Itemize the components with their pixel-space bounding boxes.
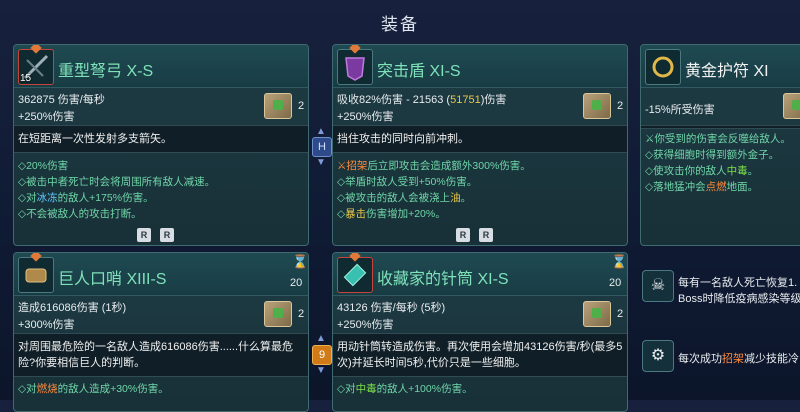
card-header: 黄金护符 XI	[641, 45, 800, 88]
mutation-icon: ☠	[642, 270, 674, 302]
perk-3: ◇对冰冻的敌人+175%伤害。	[18, 192, 154, 204]
description-box: 用动针筒转造成伤害。再次使用会增加43126伤害/秒(最多5次)并延长时间5秒,…	[333, 333, 627, 377]
swap-icon[interactable]: H	[312, 137, 332, 157]
item-name: 重型弩弓 X-S	[58, 63, 154, 80]
arrow-down-icon: ▼	[316, 157, 326, 168]
arrow-up-icon: ▲	[316, 333, 326, 344]
damage-bonus: +300%伤害	[18, 319, 75, 331]
card-header: 15 重型弩弓 X-S	[14, 45, 308, 88]
cooldown: 20	[609, 277, 622, 289]
rotate-button-left[interactable]: R	[137, 228, 151, 242]
shield-icon	[337, 45, 373, 85]
weapon-card-crossbow[interactable]: 15 重型弩弓 X-S 362875 伤害/每秒 +250%伤害 2 在短距离一…	[13, 44, 309, 246]
perk-1: ◇20%伤害	[18, 160, 69, 172]
mutation-text: 每次成功招架减少技能冷	[678, 353, 799, 365]
mutation-text-line2: Boss时降低疫病感染等级	[678, 293, 800, 305]
scroll-count: 2	[617, 308, 624, 320]
perk-3: ◇使攻击你的敌人中毒。	[645, 165, 759, 177]
mutation-item-1[interactable]: ☠ 每有一名敌人死亡恢复1. Boss时降低疫病感染等级	[640, 262, 800, 310]
mutation-icon: ⚙	[642, 340, 674, 372]
rotate-button-right[interactable]: R	[160, 228, 174, 242]
scroll-count: 2	[298, 308, 305, 320]
cooldown-swap-icon[interactable]: 9	[312, 345, 332, 365]
rotate-button-left[interactable]: R	[456, 228, 470, 242]
damage-bonus: +250%伤害	[337, 319, 394, 331]
perk-4: ◇暴击伤害增加+20%。	[337, 208, 446, 220]
damage-stat: 造成616086伤害 (1秒)	[18, 302, 127, 314]
item-level: 15	[20, 73, 32, 84]
amulet-icon	[645, 49, 681, 85]
skill-card-whistle[interactable]: 巨人口哨 XIII-S ⌛ 20 造成616086伤害 (1秒) +300%伤害…	[13, 252, 309, 412]
mutation-text-line1: 每有一名敌人死亡恢复1.	[678, 277, 798, 289]
scroll-count: 2	[298, 100, 305, 112]
description-box: 挡住攻击的同时向前冲刺。	[333, 125, 627, 153]
cooldown: 20	[290, 277, 303, 289]
perk-1: ⚔你受到的伤害会反噬给敌人。	[645, 133, 791, 145]
description: 挡住攻击的同时向前冲刺。	[337, 133, 469, 145]
arrow-down-icon: ▼	[316, 365, 326, 376]
perk-2: ◇获得细胞时得到额外金子。	[645, 149, 780, 161]
description: 对周围最危险的一名敌人造成616086伤害......什么算最危险?你要相信巨人…	[18, 341, 294, 369]
perk-1: ⚔招架后立即攻击会造成额外300%伤害。	[337, 160, 531, 172]
perk-1: ◇对燃烧的敌人造成+30%伤害。	[18, 383, 169, 395]
syringe-icon	[337, 253, 373, 293]
dps-stat: 43126 伤害/每秒 (5秒)	[337, 302, 446, 314]
description: 在短距离一次性发射多支箭矢。	[18, 133, 172, 145]
scroll-icon	[583, 301, 611, 327]
description: 用动针筒转造成伤害。再次使用会增加43126伤害/秒(最多5次)并延长时间5秒,…	[337, 341, 623, 369]
perk-2: ◇被击中者死亡时会将周围所有敌人减速。	[18, 176, 216, 188]
damage-bonus: +250%伤害	[337, 111, 394, 123]
perk-3: ◇被攻击的敌人会被浇上油。	[337, 192, 472, 204]
perk-2: ◇举盾时敌人受到+50%伤害。	[337, 176, 478, 188]
scroll-icon	[583, 93, 611, 119]
description-box: 对周围最危险的一名敌人造成616086伤害......什么算最危险?你要相信巨人…	[14, 333, 308, 377]
card-header: 突击盾 XI-S	[333, 45, 627, 88]
item-name: 巨人口哨 XIII-S	[58, 271, 167, 288]
amulet-card[interactable]: 黄金护符 XI -15%所受伤害 ⚔你受到的伤害会反噬给敌人。 ◇获得细胞时得到…	[640, 44, 800, 246]
item-name: 收藏家的针筒 XI-S	[377, 271, 509, 288]
card-header: 收藏家的针筒 XI-S ⌛ 20	[333, 253, 627, 296]
scroll-count: 2	[617, 100, 624, 112]
item-name: 突击盾 XI-S	[377, 63, 461, 80]
perk-4: ◇落地猛冲会点燃地面。	[645, 181, 759, 193]
screen-title: 装备	[381, 15, 419, 34]
skill-card-needle[interactable]: 收藏家的针筒 XI-S ⌛ 20 43126 伤害/每秒 (5秒) +250%伤…	[332, 252, 628, 412]
scroll-icon	[783, 93, 800, 119]
absorb-stat: 吸收82%伤害 - 21563 (51751)伤害	[337, 94, 507, 106]
crossbow-icon: 15	[18, 45, 54, 85]
damage-bonus: +250%伤害	[18, 111, 75, 123]
perk-1: ◇对中毒的敌人+100%伤害。	[337, 383, 473, 395]
arrow-up-icon: ▲	[316, 126, 326, 137]
description-box: 在短距离一次性发射多支箭矢。	[14, 125, 308, 153]
description-divider	[641, 125, 800, 129]
rotate-button-right[interactable]: R	[479, 228, 493, 242]
hourglass-icon: ⌛	[292, 254, 309, 269]
scroll-icon	[264, 301, 292, 327]
weapon-card-shield[interactable]: 突击盾 XI-S 吸收82%伤害 - 21563 (51751)伤害 +250%…	[332, 44, 628, 246]
perk-4: ◇不会被敌人的攻击打断。	[18, 208, 142, 220]
hourglass-icon: ⌛	[611, 254, 628, 269]
mutation-item-2[interactable]: ⚙ 每次成功招架减少技能冷	[640, 332, 800, 380]
scroll-icon	[264, 93, 292, 119]
card-header: 巨人口哨 XIII-S ⌛ 20	[14, 253, 308, 296]
whistle-icon	[18, 253, 54, 293]
defense-stat: -15%所受伤害	[645, 104, 715, 116]
dps-stat: 362875 伤害/每秒	[18, 94, 105, 106]
item-name: 黄金护符 XI	[685, 63, 769, 80]
